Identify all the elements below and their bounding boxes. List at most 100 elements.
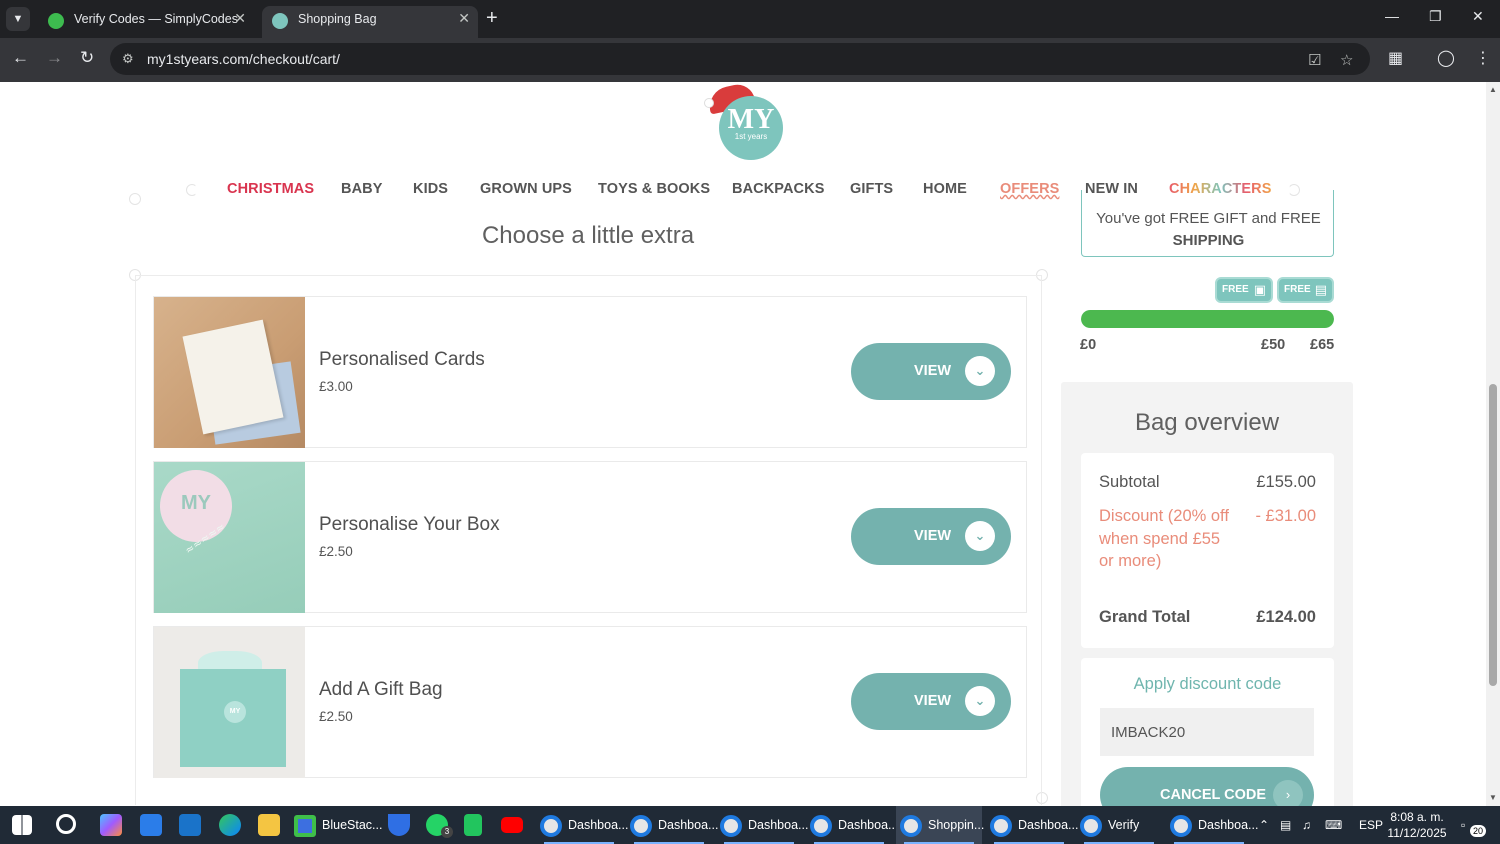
taskbar-app-label: Dashboa...	[838, 818, 899, 832]
site-info-icon[interactable]: ⚙	[122, 51, 134, 67]
copilot-icon[interactable]	[100, 814, 122, 836]
windows-start-icon[interactable]	[12, 815, 32, 835]
url-text[interactable]: my1styears.com/checkout/cart/	[147, 51, 340, 67]
tab-shopping-bag[interactable]: Shopping Bag ✕	[262, 6, 478, 38]
taskbar-app-label: Shoppin...	[928, 818, 985, 832]
network-icon[interactable]: ▤	[1280, 806, 1291, 844]
view-button[interactable]: VIEW ⌄	[851, 673, 1011, 730]
taskbar-app-chrome-4[interactable]: Dashboa...	[806, 806, 898, 844]
mail-icon[interactable]	[179, 814, 201, 836]
my1styears-favicon-icon	[272, 13, 288, 29]
discount-value: - £31.00	[1255, 507, 1316, 525]
notifications-count: 20	[1470, 825, 1487, 837]
cancel-code-label: CANCEL CODE	[1160, 787, 1267, 803]
taskbar-app-label: Verify C...	[1108, 818, 1140, 832]
extra-item-name: Add A Gift Bag	[319, 679, 443, 700]
edge-icon[interactable]	[219, 814, 241, 836]
bookmark-star-icon[interactable]: ☆	[1340, 51, 1353, 69]
santa-hat-pom	[704, 98, 714, 108]
taskbar-app-chrome-verify[interactable]: Verify C...	[1076, 806, 1162, 844]
scrollbar-thumb[interactable]	[1489, 384, 1497, 686]
search-icon[interactable]	[56, 814, 76, 834]
forward-arrow-icon[interactable]: →	[46, 48, 63, 68]
nav-christmas[interactable]: CHRISTMAS	[227, 181, 314, 197]
nav-offers[interactable]: OFFERS	[1000, 181, 1059, 197]
scroll-down-arrow-icon[interactable]: ▼	[1489, 793, 1497, 802]
extra-item-gift-bag: MY Add A Gift Bag £2.50 VIEW ⌄	[153, 626, 1027, 778]
taskbar-app-chrome-3[interactable]: Dashboa...	[716, 806, 808, 844]
chrome-icon	[630, 815, 652, 837]
view-button-label: VIEW	[914, 363, 952, 379]
taskbar-app-chrome-shopping[interactable]: Shoppin...	[896, 806, 985, 844]
tab-verify-codes[interactable]: Verify Codes — SimplyCodes ✕	[38, 6, 254, 38]
extra-item-price: £3.00	[319, 379, 353, 394]
system-clock[interactable]: 8:08 a. m. 11/12/2025	[1382, 809, 1452, 841]
back-arrow-icon[interactable]: ←	[12, 48, 29, 68]
extensions-puzzle-icon[interactable]: ▦	[1388, 48, 1403, 68]
page-scrollbar[interactable]: ▲ ▼	[1486, 82, 1500, 806]
kick-icon[interactable]	[464, 814, 482, 836]
address-bar[interactable]: ⚙ my1styears.com/checkout/cart/ ☑ ☆	[110, 43, 1370, 75]
site-logo[interactable]: MY 1st years	[719, 96, 783, 160]
profile-icon[interactable]: ◯	[1437, 48, 1455, 68]
apply-discount-code-toggle[interactable]: Apply discount code	[1081, 675, 1334, 694]
discount-code-input[interactable]	[1100, 708, 1314, 756]
keyboard-icon[interactable]: ⌨	[1325, 806, 1342, 844]
show-hidden-icons-chevron-icon[interactable]: ⌃	[1259, 806, 1269, 844]
youtube-icon[interactable]	[501, 817, 523, 833]
nav-kids[interactable]: KIDS	[413, 181, 448, 197]
extras-container: Personalised Cards £3.00 VIEW ⌄ MY ≈≈≈≈≈…	[135, 275, 1042, 805]
discount-code-panel: Apply discount code CANCEL CODE ›	[1081, 658, 1334, 806]
tab-search-button[interactable]: ▼	[6, 7, 30, 31]
scroll-up-arrow-icon[interactable]: ▲	[1489, 85, 1497, 94]
new-tab-plus-icon[interactable]: +	[486, 7, 498, 30]
taskbar-app-chrome-6[interactable]: Dashboa...	[986, 806, 1078, 844]
browser-titlebar: ▼ Verify Codes — SimplyCodes ✕ Shopping …	[0, 0, 1500, 38]
taskbar-app-bluestacks[interactable]: BlueStac...	[290, 806, 382, 844]
tab-title: Verify Codes — SimplyCodes	[74, 12, 238, 26]
extra-item-price: £2.50	[319, 544, 353, 559]
chevron-down-icon: ⌄	[965, 686, 995, 716]
nav-baby[interactable]: BABY	[341, 181, 383, 197]
extra-item-price: £2.50	[319, 709, 353, 724]
bag-overview-title: Bag overview	[1134, 409, 1280, 436]
chevron-right-icon: ›	[1273, 780, 1303, 806]
file-explorer-icon[interactable]	[258, 814, 280, 836]
view-button[interactable]: VIEW ⌄	[851, 343, 1011, 400]
taskbar-app-chrome-2[interactable]: Dashboa...	[626, 806, 718, 844]
close-tab-icon[interactable]: ✕	[234, 10, 246, 27]
cancel-code-button[interactable]: CANCEL CODE ›	[1100, 767, 1314, 806]
taskbar-app-label: BlueStac...	[322, 818, 383, 832]
close-tab-icon[interactable]: ✕	[458, 10, 470, 27]
taskbar-app-label: Dashboa...	[568, 818, 629, 832]
chrome-icon	[990, 815, 1012, 837]
page-viewport: MY 1st years CHRISTMAS BABY KIDS GROWN U…	[0, 82, 1486, 806]
shield-icon[interactable]	[388, 814, 410, 836]
view-button[interactable]: VIEW ⌄	[851, 508, 1011, 565]
taskbar-app-chrome-1[interactable]: Dashboa...	[536, 806, 628, 844]
translate-icon[interactable]: ☑	[1308, 51, 1321, 69]
window-close-icon[interactable]: ✕	[1472, 8, 1484, 25]
taskbar-app-label: Dashboa...	[1198, 818, 1259, 832]
restore-icon[interactable]: ❐	[1429, 8, 1442, 25]
chrome-icon	[1170, 815, 1192, 837]
taskbar-app-chrome-8[interactable]: Dashboa...	[1166, 806, 1258, 844]
chrome-icon	[900, 815, 922, 837]
windows-taskbar: BlueStac... 3 Dashboa... Dashboa... Dash…	[0, 806, 1500, 844]
view-button-label: VIEW	[914, 693, 952, 709]
input-language[interactable]: ESP	[1359, 806, 1383, 844]
minimize-icon[interactable]: —	[1385, 8, 1399, 24]
reload-icon[interactable]: ↻	[80, 48, 94, 68]
volume-icon[interactable]: ♫	[1302, 806, 1311, 844]
chevron-down-icon: ⌄	[965, 356, 995, 386]
free-shipping-message-box: You've got FREE GIFT and FREE SHIPPING	[1081, 190, 1334, 257]
nav-grown-ups[interactable]: GROWN UPS	[480, 181, 572, 197]
bag-overview-panel: Bag overview Subtotal £155.00 Discount (…	[1061, 382, 1353, 806]
notifications-icon[interactable]: ▫	[1461, 806, 1465, 844]
browser-menu-icon[interactable]: ⋮	[1475, 48, 1491, 68]
nav-backpacks[interactable]: BACKPACKS	[732, 181, 824, 197]
nav-toys-books[interactable]: TOYS & BOOKS	[598, 181, 710, 197]
nav-home[interactable]: HOME	[923, 181, 967, 197]
microsoft-store-icon[interactable]	[140, 814, 162, 836]
nav-gifts[interactable]: GIFTS	[850, 181, 893, 197]
